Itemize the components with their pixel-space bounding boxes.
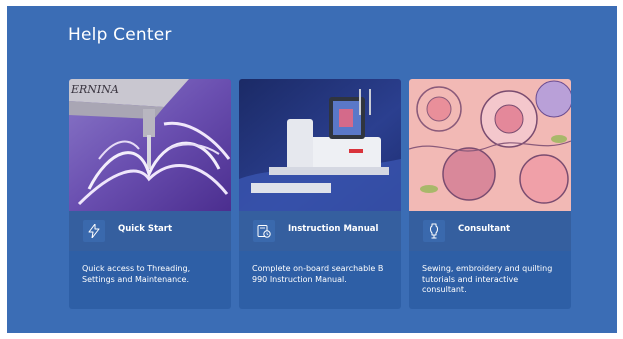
manual-clock-icon (253, 220, 275, 242)
embroidery-closeup-image: ERNINA (69, 79, 231, 211)
consultant-description: Sewing, embroidery and quilting tutorial… (422, 264, 553, 294)
instruction-manual-header[interactable]: Instruction Manual (239, 211, 401, 251)
quick-start-label: Quick Start (118, 224, 173, 234)
instruction-manual-description: Complete on-board searchable B 990 Instr… (252, 264, 384, 284)
dress-form-icon (423, 220, 445, 242)
consultant-header[interactable]: Consultant (409, 211, 571, 251)
instruction-manual-card[interactable]: Instruction Manual Complete on-board sea… (239, 79, 401, 309)
consultant-label: Consultant (458, 224, 511, 234)
quick-start-card[interactable]: ERNINA Quick Start Quick access to Threa… (69, 79, 231, 309)
page-title: Help Center (68, 25, 172, 45)
quick-start-description: Quick access to Threading, Settings and … (82, 264, 191, 284)
brand-lettering: ERNINA (70, 83, 119, 96)
consultant-card[interactable]: Consultant Sewing, embroidery and quilti… (409, 79, 571, 309)
floral-fabric-image (409, 79, 571, 211)
quick-start-header[interactable]: Quick Start (69, 211, 231, 251)
help-center-screen: Help Center ERNINA Quick Start Quick acc… (7, 6, 617, 333)
sewing-machine-image (239, 79, 401, 211)
instruction-manual-label: Instruction Manual (288, 224, 379, 234)
lightning-icon (83, 220, 105, 242)
